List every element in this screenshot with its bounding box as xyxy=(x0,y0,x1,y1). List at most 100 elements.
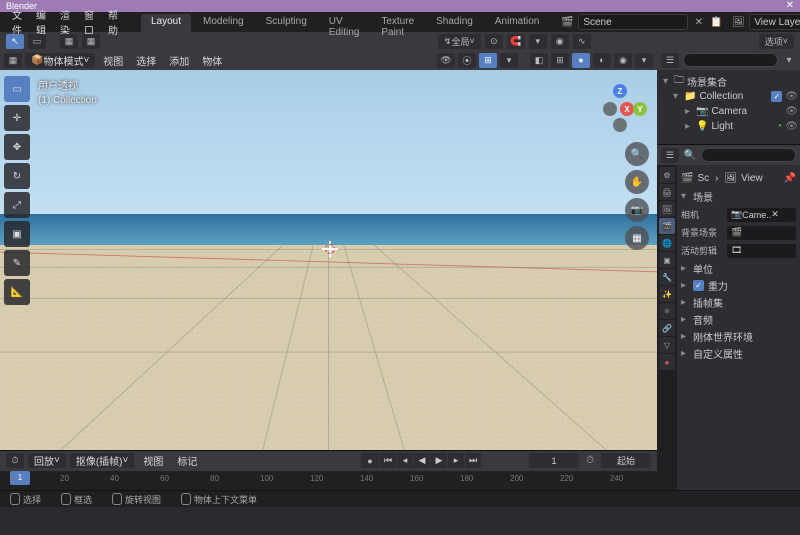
props-search[interactable] xyxy=(701,148,796,162)
solid-shading-icon[interactable]: ● xyxy=(572,53,590,68)
tab-object[interactable]: ▣ xyxy=(659,252,675,268)
nav-gizmo[interactable]: Z X Y xyxy=(595,84,645,134)
tab-constraint[interactable]: 🔗 xyxy=(659,320,675,336)
scene-collection-row[interactable]: ▾🗀 场景集合 xyxy=(661,74,798,89)
snap-magnet-icon[interactable]: 🧲 xyxy=(507,34,525,49)
visibility-icon[interactable]: 👁 xyxy=(437,53,455,68)
view-layer-field[interactable]: View Layer xyxy=(749,14,800,30)
pivot-icon[interactable]: ⊙ xyxy=(485,34,503,49)
mode-dropdown[interactable]: 📦 物体模式 ˅ xyxy=(25,53,95,68)
menu-help[interactable]: 帮助 xyxy=(102,5,124,39)
3d-viewport[interactable]: 用户透视 (1) Collection Z X Y ▭ ✛ ✥ ↻ ⤢ ▣ ✎ … xyxy=(0,70,657,450)
pan-icon[interactable]: ✋ xyxy=(625,170,649,194)
rigidbody-panel[interactable]: ▸刚体世界环境 xyxy=(681,328,796,345)
shading-drop-icon[interactable]: ▾ xyxy=(635,53,653,68)
cursor-tool[interactable]: ✛ xyxy=(4,105,30,131)
start-frame-field[interactable]: 起始 xyxy=(601,453,651,468)
search-icon[interactable]: 🔍 xyxy=(683,148,697,162)
play-icon[interactable]: ▶ xyxy=(431,453,447,468)
prev-key-icon[interactable]: ◂ xyxy=(397,453,413,468)
jump-start-icon[interactable]: ⏮ xyxy=(380,453,396,468)
tab-output[interactable]: 🖨 xyxy=(659,184,675,200)
jump-end-icon[interactable]: ⏭ xyxy=(465,453,481,468)
tab-data[interactable]: ▽ xyxy=(659,337,675,353)
wireframe-shading-icon[interactable]: ⊞ xyxy=(551,53,569,68)
tab-scene[interactable]: 🎬 xyxy=(659,218,675,234)
frame-ruler[interactable]: 1 020406080100120140160180200220240 xyxy=(0,471,657,491)
tab-particle[interactable]: ✨ xyxy=(659,286,675,302)
tab-viewlayer[interactable]: 🖼 xyxy=(659,201,675,217)
select-box-tool[interactable]: ▭ xyxy=(4,76,30,102)
collection-row[interactable]: ▾📁 Collection✓👁 xyxy=(661,89,798,104)
tab-render[interactable]: ⚙ xyxy=(659,167,675,183)
render-shading-icon[interactable]: ◉ xyxy=(614,53,632,68)
tab-physics[interactable]: ⚛ xyxy=(659,303,675,319)
overlay-drop-icon[interactable]: ▾ xyxy=(500,53,518,68)
tab-texture-paint[interactable]: Texture Paint xyxy=(371,14,424,32)
timeline-editor-icon[interactable]: ⏱ xyxy=(6,453,24,468)
orientation-dropdown[interactable]: ↯ 全局 ˅ xyxy=(438,34,481,49)
custom-props-panel[interactable]: ▸自定义属性 xyxy=(681,345,796,362)
playback-menu[interactable]: 回放 ˅ xyxy=(28,453,66,468)
camera-view-icon[interactable]: 📷 xyxy=(625,198,649,222)
annotate-tool[interactable]: ✎ xyxy=(4,250,30,276)
snap-toggle-icon[interactable]: ▦ xyxy=(60,34,78,49)
tab-shading[interactable]: Shading xyxy=(426,14,483,32)
snap-mode-icon[interactable]: ▦ xyxy=(82,34,100,49)
clock-icon[interactable]: ⏱ xyxy=(583,454,597,468)
new-scene-icon[interactable]: 📋 xyxy=(709,15,723,29)
transform-tool[interactable]: ▣ xyxy=(4,221,30,247)
measure-tool[interactable]: 📐 xyxy=(4,279,30,305)
autokey-icon[interactable]: ● xyxy=(361,453,379,468)
close-icon[interactable]: ✕ xyxy=(786,0,794,12)
scene-panel-header[interactable]: ▾场景 xyxy=(681,188,796,205)
tab-modeling[interactable]: Modeling xyxy=(193,14,254,32)
add-menu[interactable]: 添加 xyxy=(164,52,194,69)
scene-name-field[interactable]: Scene xyxy=(578,14,688,30)
marker-menu[interactable]: 标记 xyxy=(172,452,202,469)
filter-icon[interactable]: ▾ xyxy=(782,53,796,67)
light-row[interactable]: ▸💡 Light◔👁 xyxy=(661,119,798,134)
tab-uv-editing[interactable]: UV Editing xyxy=(319,14,370,32)
props-editor-icon[interactable]: ☰ xyxy=(661,148,679,163)
timeline-view-menu[interactable]: 视图 xyxy=(138,452,168,469)
object-menu[interactable]: 物体 xyxy=(197,52,227,69)
scale-tool[interactable]: ⤢ xyxy=(4,192,30,218)
cursor-tool-icon[interactable]: ↖ xyxy=(6,34,24,49)
tab-animation[interactable]: Animation xyxy=(485,14,549,32)
gizmo-icon[interactable]: ⦿ xyxy=(458,53,476,68)
camera-field[interactable]: 📷 Came.. ✕ xyxy=(727,208,796,222)
unit-panel[interactable]: ▸单位 xyxy=(681,260,796,277)
tab-modifier[interactable]: 🔧 xyxy=(659,269,675,285)
tab-world[interactable]: 🌐 xyxy=(659,235,675,251)
zoom-icon[interactable]: 🔍 xyxy=(625,142,649,166)
next-key-icon[interactable]: ▸ xyxy=(448,453,464,468)
active-clip-field[interactable]: 🎞 xyxy=(727,244,796,258)
camera-row[interactable]: ▸📷 Camera👁 xyxy=(661,104,798,119)
proportional-icon[interactable]: ◉ xyxy=(551,34,569,49)
play-rev-icon[interactable]: ◀ xyxy=(414,453,430,468)
options-dropdown[interactable]: 选项 ˅ xyxy=(759,34,794,49)
tab-layout[interactable]: Layout xyxy=(141,14,191,32)
editor-type-icon[interactable]: ▦ xyxy=(4,53,22,68)
keyingsets-panel[interactable]: ▸插帧集 xyxy=(681,294,796,311)
persp-ortho-icon[interactable]: ▦ xyxy=(625,226,649,250)
outliner-search[interactable] xyxy=(683,53,778,67)
overlay-icon[interactable]: ⊞ xyxy=(479,53,497,68)
snap-type-icon[interactable]: ▾ xyxy=(529,34,547,49)
bg-scene-field[interactable]: 🎬 xyxy=(727,226,796,240)
rotate-tool[interactable]: ↻ xyxy=(4,163,30,189)
close-icon[interactable]: ✕ xyxy=(692,16,705,29)
xray-icon[interactable]: ◧ xyxy=(530,53,548,68)
move-tool[interactable]: ✥ xyxy=(4,134,30,160)
audio-panel[interactable]: ▸音频 xyxy=(681,311,796,328)
outliner-editor-icon[interactable]: ☰ xyxy=(661,53,679,68)
falloff-icon[interactable]: ∿ xyxy=(573,34,591,49)
view-menu[interactable]: 视图 xyxy=(98,52,128,69)
matprev-shading-icon[interactable]: ◐ xyxy=(593,53,611,68)
tab-sculpting[interactable]: Sculpting xyxy=(256,14,317,32)
keying-menu[interactable]: 抠像(插帧) ˅ xyxy=(70,453,135,468)
current-frame-field[interactable]: 1 xyxy=(529,453,579,468)
select-tool-icon[interactable]: ▭ xyxy=(28,34,46,49)
gravity-panel[interactable]: ▸✓重力 xyxy=(681,277,796,294)
